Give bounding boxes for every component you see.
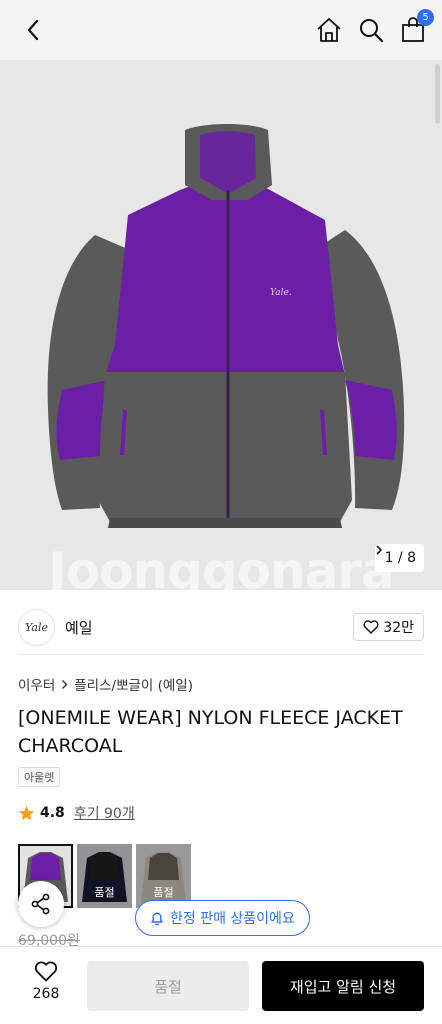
color-option-navy[interactable]: 품절 xyxy=(77,844,132,908)
brand-like-count: 32만 xyxy=(383,620,414,636)
chevron-right-icon xyxy=(62,679,68,689)
breadcrumb-subcategory[interactable]: 플리스/뽀글이 (예일) xyxy=(74,674,193,694)
page-scrollbar[interactable] xyxy=(435,64,440,124)
search-icon xyxy=(360,19,384,43)
limited-sale-text: 한정 판매 상품이에요 xyxy=(170,911,295,927)
soldout-overlay: 품절 xyxy=(136,844,191,908)
cart-button[interactable]: 5 xyxy=(400,9,434,43)
breadcrumb-category[interactable]: 이우터 xyxy=(18,674,55,694)
rating-row: 4.8 후기 90개 xyxy=(18,803,135,823)
top-navigation-bar: 5 xyxy=(0,0,442,60)
restock-alert-button[interactable]: 재입고 알림 신청 xyxy=(262,961,424,1011)
bell-icon xyxy=(151,912,163,925)
chevron-left-icon xyxy=(27,19,39,41)
chevron-right-icon xyxy=(375,545,382,555)
home-icon xyxy=(317,18,341,42)
share-icon xyxy=(31,893,50,915)
brand-like-button[interactable]: 32만 xyxy=(353,613,424,641)
outlet-tag: 아울렛 xyxy=(18,767,61,787)
reviews-link[interactable]: 후기 90개 xyxy=(74,803,135,823)
fleece-jacket-image: Yale. xyxy=(47,124,405,528)
breadcrumb: 이우터 플리스/뽀글이 (예일) xyxy=(18,674,193,694)
soldout-overlay: 품절 xyxy=(77,844,132,908)
brand-row: Yale 예일 32만 xyxy=(18,600,424,655)
product-title: [ONEMILE WEAR] NYLON FLEECE JACKET CHARC… xyxy=(18,707,403,757)
heart-icon xyxy=(363,620,379,634)
search-button[interactable] xyxy=(358,17,384,43)
bottom-action-bar: 268 품절 재입고 알림 신청 xyxy=(0,946,442,1024)
color-option-beige[interactable]: 품절 xyxy=(136,844,191,908)
brand-link[interactable]: Yale 예일 xyxy=(18,608,93,646)
svg-text:Yale.: Yale. xyxy=(270,288,292,298)
image-counter[interactable]: 1 / 8 xyxy=(374,544,424,572)
rating-score: 4.8 xyxy=(40,805,65,821)
brand-name: 예일 xyxy=(65,618,93,637)
brand-logo: Yale xyxy=(18,608,55,646)
back-button[interactable] xyxy=(20,17,46,43)
heart-icon xyxy=(34,961,58,982)
soldout-button: 품절 xyxy=(87,961,249,1011)
limited-sale-notice: 한정 판매 상품이에요 xyxy=(135,900,310,936)
wishlist-button[interactable]: 268 xyxy=(18,961,74,1002)
share-button[interactable] xyxy=(18,881,64,927)
image-counter-label: 1 / 8 xyxy=(384,550,416,566)
home-button[interactable] xyxy=(316,17,342,43)
wishlist-count: 268 xyxy=(32,986,60,1002)
product-detail-page: 5 Yale. Joonggonara 1 / 8 Yale 예일 32만 이우… xyxy=(0,0,442,1024)
cart-count-badge: 5 xyxy=(417,9,434,26)
product-image-carousel[interactable]: Yale. Joonggonara 1 / 8 xyxy=(0,60,442,590)
star-icon xyxy=(18,805,35,820)
